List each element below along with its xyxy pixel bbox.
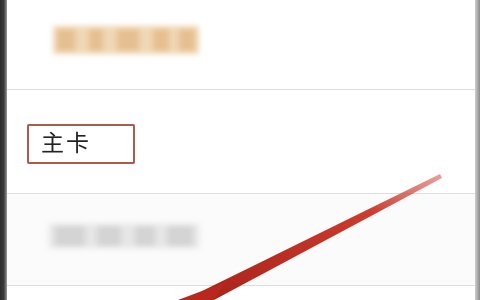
list-item-main-card[interactable]: 主卡 [7, 90, 475, 194]
list-item[interactable] [7, 286, 475, 300]
list-item[interactable] [7, 0, 475, 90]
redacted-text [49, 224, 199, 248]
right-edge-frame [475, 0, 480, 300]
left-edge-frame [0, 0, 7, 300]
list-item[interactable] [7, 194, 475, 286]
redacted-text [53, 26, 199, 54]
card-list: 主卡 [7, 0, 475, 300]
main-card-highlight-box: 主卡 [27, 124, 135, 164]
main-card-label: 主卡 [41, 131, 91, 157]
